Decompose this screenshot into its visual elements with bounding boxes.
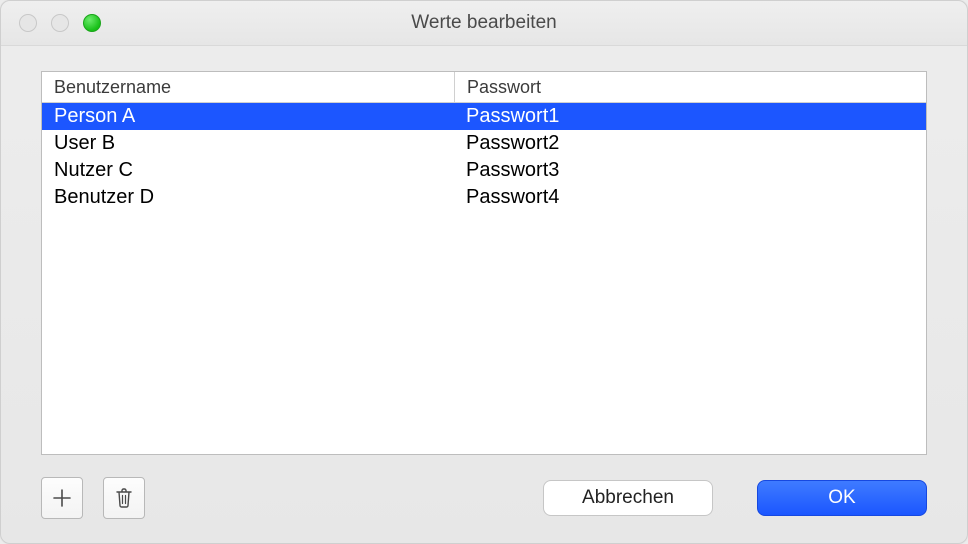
delete-row-button[interactable] — [103, 477, 145, 519]
cell-password: Passwort3 — [454, 159, 926, 182]
add-row-button[interactable] — [41, 477, 83, 519]
window-title: Werte bearbeiten — [1, 12, 967, 34]
close-window-button[interactable] — [19, 14, 37, 32]
cell-password: Passwort1 — [454, 105, 926, 128]
cell-username: Person A — [42, 105, 454, 128]
trash-icon — [114, 487, 134, 509]
column-header-password[interactable]: Passwort — [454, 72, 926, 102]
titlebar: Werte bearbeiten — [1, 1, 967, 46]
dialog-footer: Abbrechen OK — [41, 477, 927, 519]
cell-password: Passwort4 — [454, 186, 926, 209]
credentials-table: Benutzername Passwort Person APasswort1U… — [41, 71, 927, 455]
table-row[interactable]: Nutzer CPasswort3 — [42, 157, 926, 184]
cancel-button[interactable]: Abbrechen — [543, 480, 713, 516]
cell-username: Nutzer C — [42, 159, 454, 182]
dialog-window: Werte bearbeiten Benutzername Passwort P… — [0, 0, 968, 544]
column-header-username[interactable]: Benutzername — [42, 72, 454, 102]
dialog-content: Benutzername Passwort Person APasswort1U… — [1, 45, 967, 543]
table-row[interactable]: User BPasswort2 — [42, 130, 926, 157]
table-row[interactable]: Person APasswort1 — [42, 103, 926, 130]
cell-password: Passwort2 — [454, 132, 926, 155]
minimize-window-button[interactable] — [51, 14, 69, 32]
plus-icon — [52, 488, 72, 508]
window-controls — [19, 14, 101, 32]
ok-button[interactable]: OK — [757, 480, 927, 516]
cell-username: Benutzer D — [42, 186, 454, 209]
cell-username: User B — [42, 132, 454, 155]
table-header: Benutzername Passwort — [42, 72, 926, 103]
table-body: Person APasswort1User BPasswort2Nutzer C… — [42, 103, 926, 454]
table-row[interactable]: Benutzer DPasswort4 — [42, 184, 926, 211]
zoom-window-button[interactable] — [83, 14, 101, 32]
